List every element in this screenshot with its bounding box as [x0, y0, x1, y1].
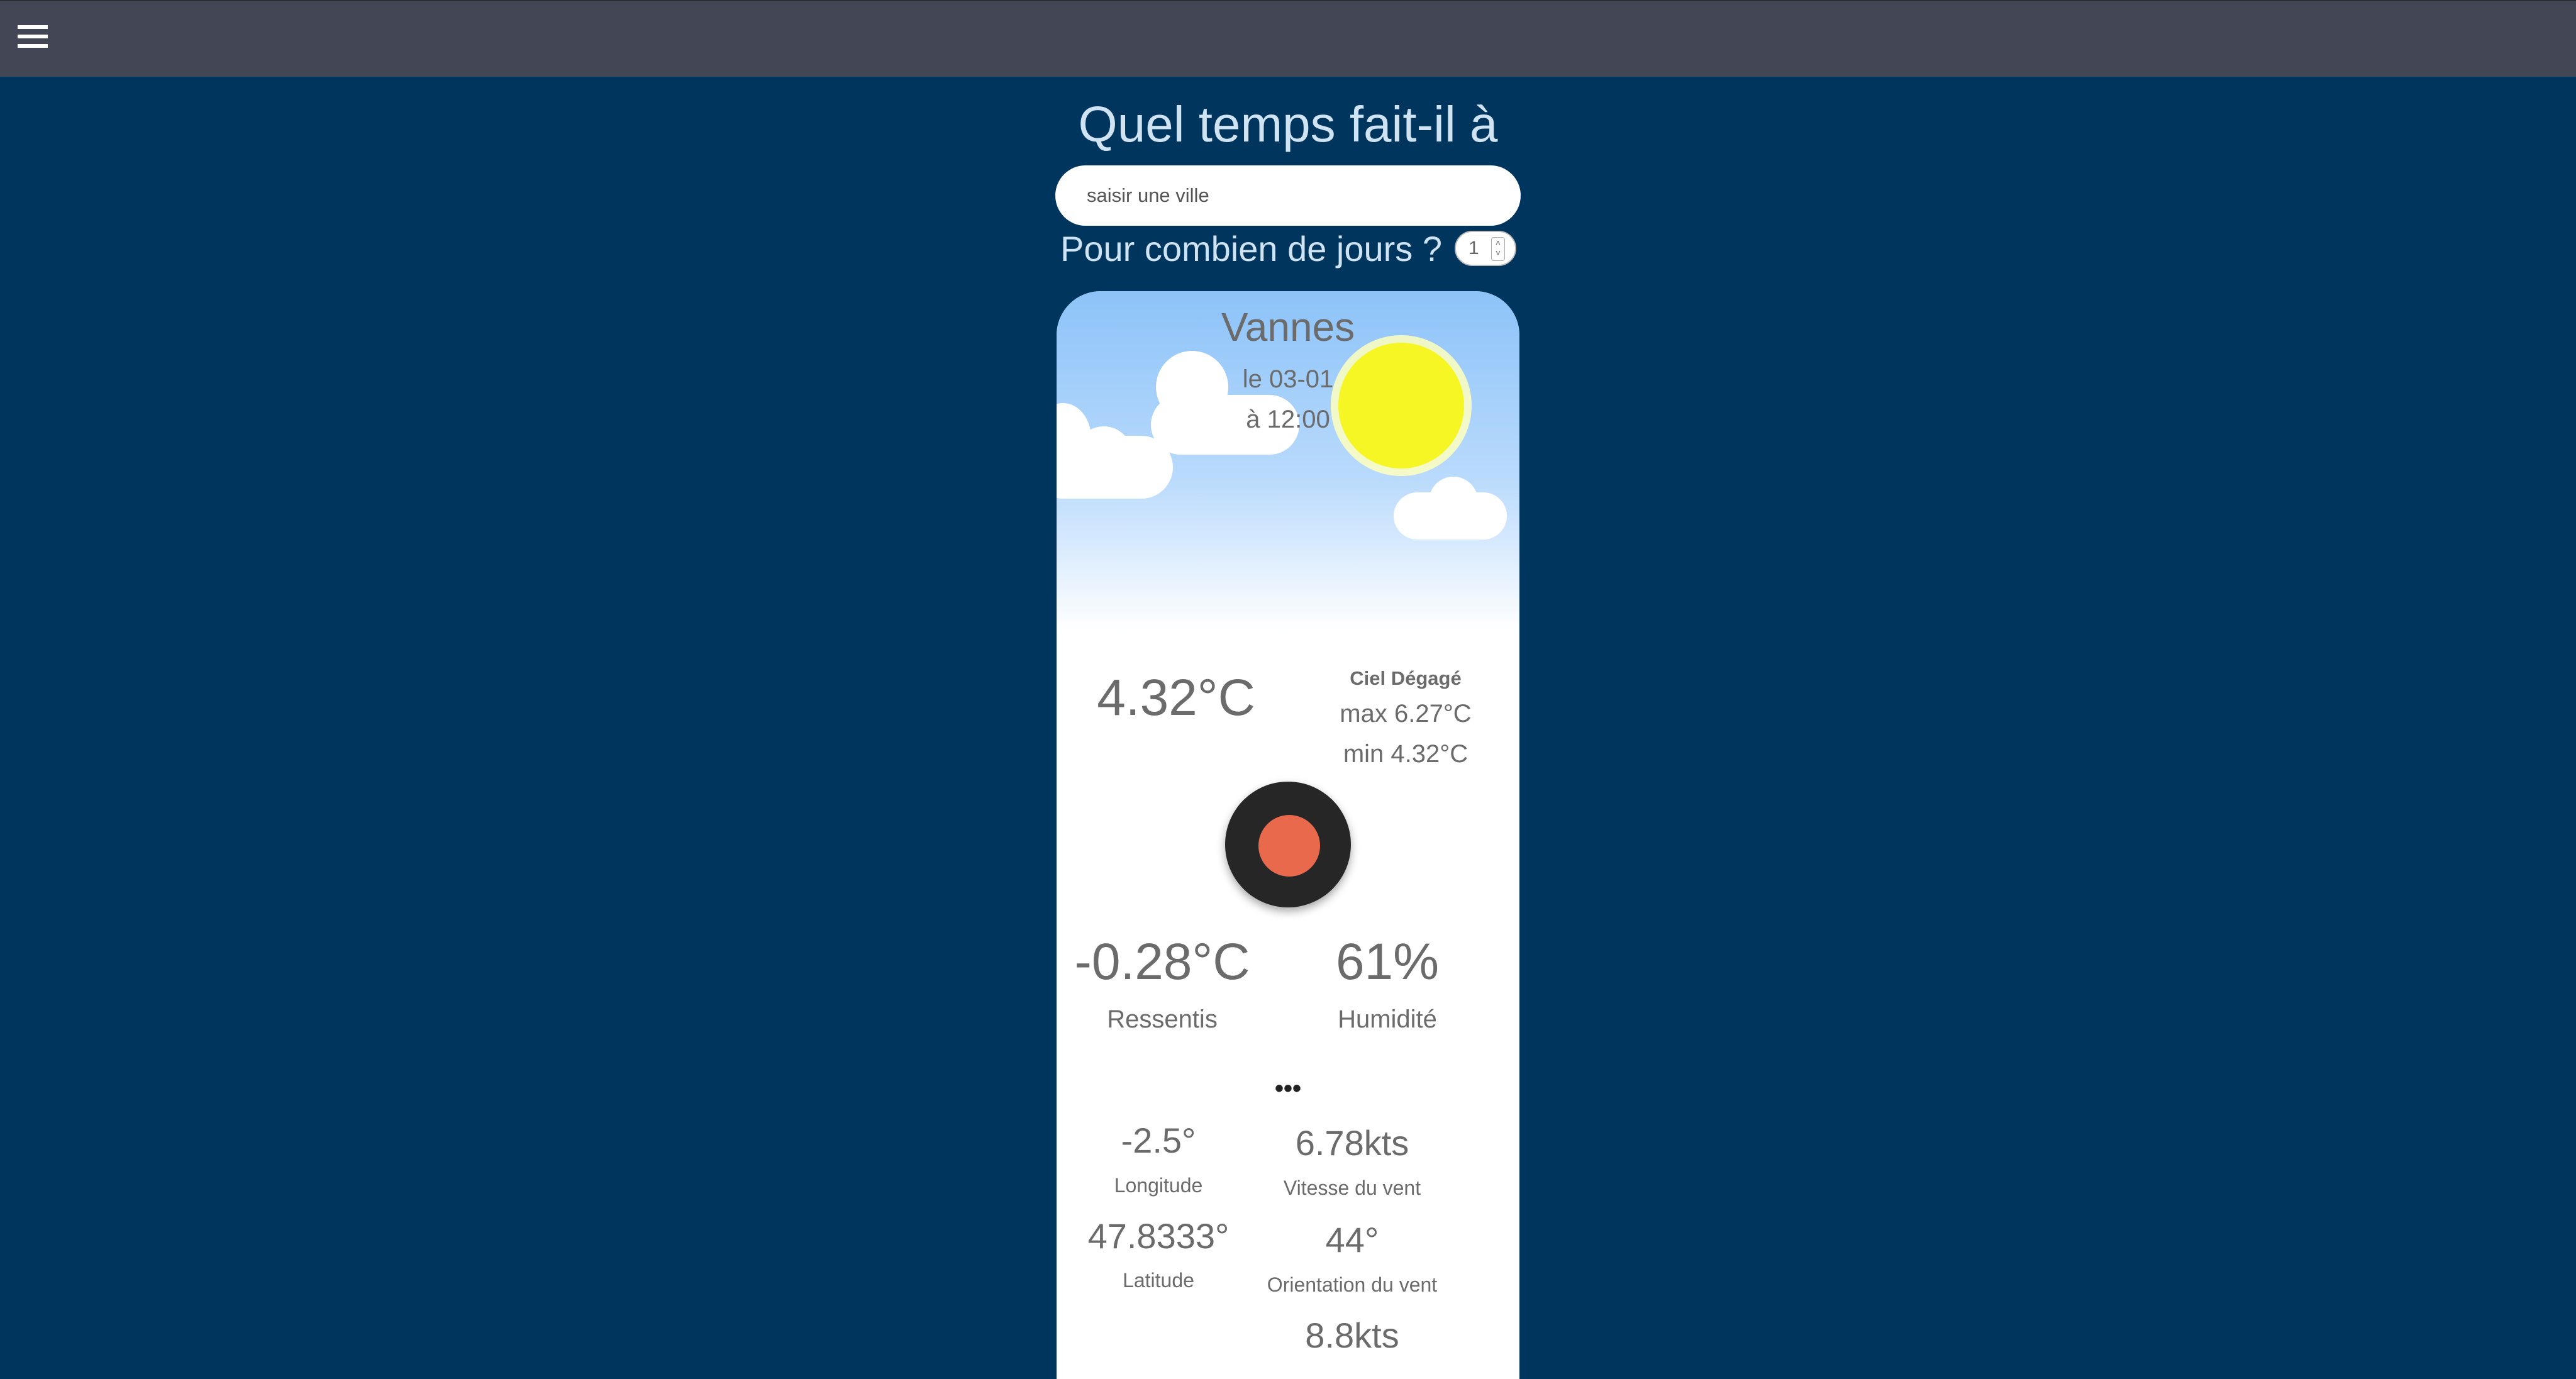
max-temperature: max 6.27°C: [1340, 700, 1472, 728]
cloud-icon: [1394, 492, 1507, 540]
weather-description: Ciel Dégagé: [1350, 667, 1462, 689]
current-temperature: 4.32°C: [1097, 669, 1255, 726]
wind-direction-value: 44°: [1325, 1220, 1379, 1260]
days-label: Pour combien de jours ?: [1060, 228, 1443, 269]
record-button[interactable]: [1225, 782, 1351, 907]
longitude-label: Longitude: [1114, 1174, 1203, 1197]
top-bar: [0, 0, 2576, 77]
forecast-date: le 03-01: [1242, 365, 1334, 393]
more-details-button[interactable]: •••: [1057, 1076, 1519, 1101]
days-value: 1: [1468, 238, 1479, 258]
wind-speed-value: 6.78kts: [1295, 1123, 1409, 1163]
min-temperature: min 4.32°C: [1343, 740, 1468, 768]
latitude-label: Latitude: [1123, 1269, 1194, 1292]
wind-speed-label: Vitesse du vent: [1283, 1177, 1421, 1199]
wind-direction-label: Orientation du vent: [1267, 1273, 1438, 1296]
days-number-input[interactable]: 1 ˄ ˅: [1455, 231, 1517, 266]
longitude-value: -2.5°: [1121, 1121, 1196, 1160]
feels-like-value: -0.28°C: [1074, 933, 1250, 990]
record-dot-icon: [1258, 815, 1320, 877]
stepper-icon[interactable]: ˄ ˅: [1491, 237, 1506, 261]
humidity-label: Humidité: [1338, 1005, 1437, 1033]
cloud-icon: [1057, 436, 1173, 499]
forecast-time: à 12:00: [1246, 406, 1330, 433]
weather-card: Vannes le 03-01 à 12:00 4.32°C Ciel Déga…: [1057, 291, 1519, 1379]
wind-gust-value: 8.8kts: [1305, 1315, 1399, 1355]
days-row: Pour combien de jours ? 1 ˄ ˅: [1060, 226, 1517, 270]
feels-like-label: Ressentis: [1107, 1005, 1218, 1033]
humidity-value: 61%: [1335, 933, 1440, 990]
city-name: Vannes: [1221, 304, 1355, 350]
city-search-input[interactable]: [1055, 165, 1521, 226]
hamburger-menu-icon[interactable]: [18, 25, 48, 50]
latitude-value: 47.8333°: [1087, 1216, 1230, 1256]
weather-summary: Ciel Dégagé max 6.27°C min 4.32°C: [1327, 667, 1484, 774]
page-title: Quel temps fait-il à: [1078, 96, 1498, 152]
